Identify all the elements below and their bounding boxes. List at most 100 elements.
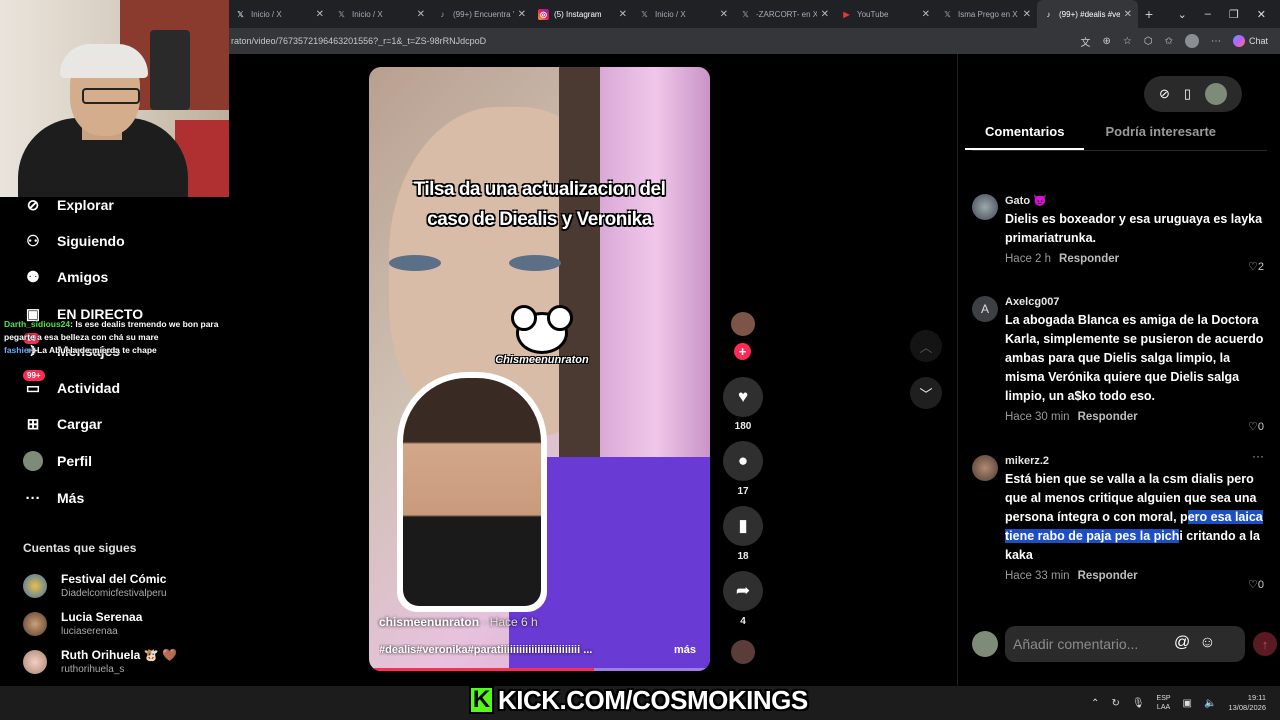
streamer-cap	[60, 44, 148, 78]
next-video-button[interactable]: ﹀	[910, 377, 942, 409]
url-field[interactable]: raton/video/7673572196463201556?_r=1&_t=…	[231, 36, 1081, 46]
tiktok-icon: ♪	[1046, 9, 1051, 19]
save-count: 18	[737, 551, 749, 562]
creator-avatar[interactable]	[731, 312, 755, 336]
comment-like-button[interactable]: ♡2	[1248, 260, 1264, 273]
webcam-background	[150, 30, 190, 110]
following-account[interactable]: Lucia Serenaa luciaserenaa	[23, 610, 142, 637]
close-tab-icon[interactable]: ✕	[821, 9, 829, 20]
follow-plus-icon[interactable]: +	[734, 343, 751, 360]
close-tab-icon[interactable]: ✕	[720, 9, 728, 20]
sync-icon[interactable]: ↻	[1111, 698, 1119, 709]
heart-outline-icon: ♡	[1248, 261, 1258, 273]
menu-dots-icon[interactable]: ⋯	[1211, 36, 1221, 47]
avatar[interactable]	[972, 455, 998, 481]
close-tab-icon[interactable]: ✕	[417, 9, 425, 20]
save-button[interactable]: ▮	[723, 506, 763, 546]
browser-tab[interactable]: 𝕏 Inicio / X ✕	[330, 0, 431, 28]
comment-username[interactable]: Axelcg007	[1005, 296, 1267, 308]
extension-icon[interactable]: ⬡	[1144, 36, 1153, 47]
more-description-button[interactable]: más	[674, 644, 696, 656]
avatar	[23, 611, 47, 636]
bookmark-star-icon[interactable]: ☆	[1123, 36, 1132, 47]
translate-icon[interactable]: 文	[1081, 34, 1091, 49]
video-progress-fill	[369, 668, 595, 671]
comment-like-button[interactable]: ♡0	[1248, 420, 1264, 433]
x-logo-icon: 𝕏	[338, 9, 345, 19]
browser-tab-active[interactable]: ♪ (99+) #dealis #ve ✕	[1037, 0, 1138, 28]
video-caption-overlay: Tilsa da una actualizacion del caso de D…	[413, 179, 666, 230]
video-author[interactable]: chismeenunraton · Hace 6 h	[379, 615, 538, 629]
tab-comments[interactable]: Comentarios	[965, 124, 1085, 150]
kick-logo-icon: K	[469, 686, 494, 714]
comment-time: Hace 2 h	[1005, 253, 1052, 265]
previous-video-button[interactable]: ︿	[910, 330, 942, 362]
browser-tab[interactable]: 𝕏 Inicio / X ✕	[633, 0, 734, 28]
comment-username[interactable]: mikerz.2	[1005, 455, 1267, 467]
tab-recommended[interactable]: Podría interesarte	[1105, 124, 1216, 150]
nav-upload[interactable]: ⊞ Cargar	[23, 414, 102, 434]
nav-more[interactable]: ··· Más	[23, 488, 85, 508]
avatar[interactable]	[972, 194, 998, 220]
speaker-icon[interactable]: 🔈	[1204, 698, 1216, 709]
restore-icon[interactable]: ❐	[1229, 8, 1239, 21]
chevron-up-icon[interactable]: ⌃	[1091, 698, 1099, 709]
nav-following[interactable]: ⚇ Siguiendo	[23, 231, 124, 251]
comment-like-button[interactable]: ♡0	[1248, 578, 1264, 591]
avatar[interactable]: A	[972, 296, 998, 322]
close-tab-icon[interactable]: ✕	[619, 9, 627, 20]
microphone-icon[interactable]: 🎙	[1132, 698, 1145, 709]
close-tab-icon[interactable]: ✕	[518, 9, 526, 20]
compass-icon[interactable]: ⊘	[1159, 86, 1170, 102]
browser-tab[interactable]: 𝕏 Isma Prego en X ✕	[936, 0, 1037, 28]
browser-tab[interactable]: ◎ (5) Instagram ✕	[532, 0, 633, 28]
nav-activity[interactable]: ▭ 99+ Actividad	[23, 370, 120, 398]
reply-button[interactable]: Responder	[1078, 411, 1138, 423]
clock[interactable]: 19:11 13/08/2026	[1228, 693, 1266, 713]
browser-tab[interactable]: 𝕏 Inicio / X ✕	[229, 0, 330, 28]
tiktok-icon: ♪	[440, 9, 445, 19]
close-tab-icon[interactable]: ✕	[922, 9, 930, 20]
following-account[interactable]: Festival del Cómic Diadelcomicfestivalper…	[23, 572, 167, 599]
video-progress-bar[interactable]	[369, 668, 710, 671]
stream-chat-overlay: Darth_sidious24: Is ese dealis tremendo …	[4, 318, 229, 357]
close-tab-icon[interactable]: ✕	[1124, 9, 1132, 20]
video-player[interactable]: Tilsa da una actualizacion del caso de D…	[369, 67, 710, 671]
share-button[interactable]: ➦	[723, 571, 763, 611]
nav-friends[interactable]: ⚉ Amigos	[23, 267, 108, 287]
browser-tab[interactable]: 𝕏 -ZARCORT- en X: ✕	[734, 0, 835, 28]
avatar[interactable]	[1204, 83, 1227, 105]
following-account[interactable]: Ruth Orihuela 🐮 🤎 ruthorihuela_s	[23, 648, 177, 675]
close-window-icon[interactable]: ✕	[1257, 8, 1266, 21]
chat-button[interactable]: Chat	[1232, 35, 1268, 47]
chevron-down-icon[interactable]: ⌄	[1178, 8, 1187, 21]
reply-button[interactable]: Responder	[1059, 253, 1119, 265]
nav-profile[interactable]: Perfil	[23, 451, 92, 471]
mention-icon[interactable]: @	[1174, 634, 1190, 652]
music-disc-icon[interactable]	[731, 640, 755, 664]
comment-username[interactable]: Gato 👿	[1005, 194, 1267, 207]
comment-button[interactable]: ●	[723, 441, 763, 481]
video-hashtags[interactable]: #dealis#veronika#paratiiiiiiiiiiiiiiiiii…	[379, 644, 629, 656]
language-indicator[interactable]: ESP LAA	[1157, 694, 1171, 712]
new-tab-button[interactable]: +	[1138, 6, 1160, 22]
comments-panel: ⊘ ▯ Comentarios Podría interesarte Gato …	[957, 54, 1280, 686]
phone-icon[interactable]: ▯	[1184, 86, 1191, 102]
like-button[interactable]: ♥	[723, 377, 763, 417]
nav-explore[interactable]: ⊘ Explorar	[23, 195, 114, 215]
network-icon[interactable]: ▣	[1183, 698, 1192, 709]
reply-button[interactable]: Responder	[1078, 570, 1138, 582]
comment-time: Hace 33 min	[1005, 570, 1070, 582]
browser-profile-avatar[interactable]	[1184, 34, 1199, 48]
browser-tab[interactable]: ▶ YouTube ✕	[835, 0, 936, 28]
x-logo-icon: 𝕏	[742, 9, 749, 19]
zoom-icon[interactable]: ⊕	[1103, 36, 1111, 47]
streamer-glasses	[82, 88, 140, 104]
close-tab-icon[interactable]: ✕	[1023, 9, 1031, 20]
close-tab-icon[interactable]: ✕	[316, 9, 324, 20]
send-button[interactable]: ↑	[1253, 632, 1277, 656]
browser-tab[interactable]: ♪ (99+) Encuentra 'p ✕	[431, 0, 532, 28]
emoji-icon[interactable]: ☺	[1199, 634, 1215, 652]
favorites-icon[interactable]: ✩	[1165, 36, 1173, 47]
minimize-icon[interactable]: –	[1205, 8, 1211, 21]
